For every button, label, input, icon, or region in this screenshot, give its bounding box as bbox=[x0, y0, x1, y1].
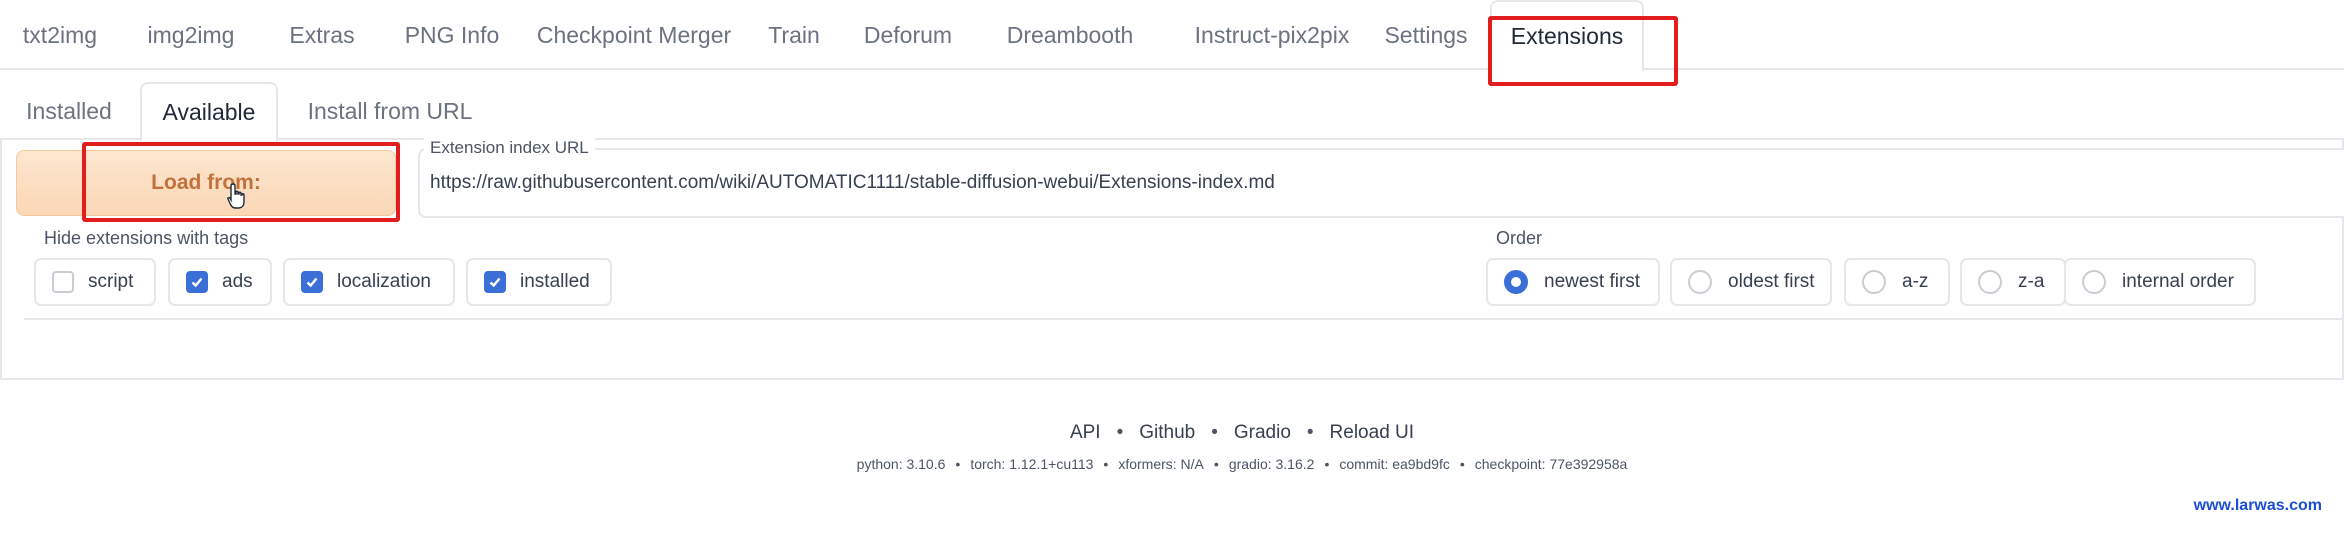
tag-option-label: localization bbox=[337, 271, 431, 292]
radio-newest-first[interactable] bbox=[1504, 270, 1528, 294]
order-label: Order bbox=[1490, 228, 1549, 249]
tab-available[interactable]: Available bbox=[140, 82, 278, 142]
version-torch: torch: 1.12.1+cu113 bbox=[970, 456, 1094, 472]
radio-a-z[interactable] bbox=[1862, 270, 1886, 294]
tag-option-script[interactable]: script bbox=[34, 258, 156, 306]
order-option-oldest-first[interactable]: oldest first bbox=[1670, 258, 1832, 306]
checkmark-icon bbox=[306, 277, 318, 288]
watermark: www.larwas.com bbox=[2193, 497, 2322, 514]
tab-instruct-pix2pix[interactable]: Instruct-pix2pix bbox=[1160, 0, 1384, 70]
checkbox-installed[interactable] bbox=[484, 271, 506, 293]
hide-tags-label: Hide extensions with tags bbox=[38, 228, 255, 249]
version-info: python: 3.10.6 • torch: 1.12.1+cu113 • x… bbox=[0, 456, 2344, 472]
order-option-a-z[interactable]: a-z bbox=[1844, 258, 1950, 306]
tab-txt2img[interactable]: txt2img bbox=[0, 0, 120, 70]
tab-train[interactable]: Train bbox=[744, 0, 844, 70]
hand-cursor-icon bbox=[227, 183, 245, 209]
tag-option-label: ads bbox=[222, 271, 253, 292]
tab-install-from-url[interactable]: Install from URL bbox=[280, 82, 500, 140]
footer-separator: • bbox=[1306, 422, 1314, 443]
tab-img2img[interactable]: img2img bbox=[120, 0, 262, 70]
order-option-z-a[interactable]: z-a bbox=[1960, 258, 2066, 306]
tab-settings[interactable]: Settings bbox=[1364, 0, 1488, 70]
radio-internal-order[interactable] bbox=[2082, 270, 2106, 294]
version-separator: • bbox=[1324, 456, 1330, 472]
extension-index-url-value[interactable]: https://raw.githubusercontent.com/wiki/A… bbox=[430, 172, 1275, 194]
version-checkpoint: checkpoint: 77e392958a bbox=[1474, 456, 1628, 472]
tab-dreambooth[interactable]: Dreambooth bbox=[980, 0, 1160, 70]
tab-checkpoint-merger[interactable]: Checkpoint Merger bbox=[512, 0, 756, 70]
checkbox-script[interactable] bbox=[52, 271, 74, 293]
order-option-label: z-a bbox=[2018, 271, 2045, 292]
extensions-sub-tab-bar: Installed Available Install from URL bbox=[0, 82, 2344, 142]
version-commit[interactable]: commit: ea9bd9fc bbox=[1339, 456, 1450, 472]
footer-separator: • bbox=[1116, 422, 1124, 443]
version-python: python: 3.10.6 bbox=[856, 456, 946, 472]
tab-installed[interactable]: Installed bbox=[0, 82, 138, 140]
order-option-label: newest first bbox=[1544, 271, 1641, 292]
tag-option-label: installed bbox=[520, 271, 590, 292]
checkbox-ads[interactable] bbox=[186, 271, 208, 293]
checkbox-localization[interactable] bbox=[301, 271, 323, 293]
radio-z-a[interactable] bbox=[1978, 270, 2002, 294]
version-separator: • bbox=[1103, 456, 1109, 472]
order-option-newest-first[interactable]: newest first bbox=[1486, 258, 1660, 306]
load-from-button[interactable]: Load from: bbox=[16, 150, 396, 216]
order-option-label: internal order bbox=[2122, 271, 2234, 292]
footer-link-gradio[interactable]: Gradio bbox=[1234, 422, 1291, 444]
version-separator: • bbox=[1459, 456, 1465, 472]
footer-links: API • Github • Gradio • Reload UI bbox=[0, 422, 2344, 444]
tab-extras[interactable]: Extras bbox=[262, 0, 382, 70]
tag-option-label: script bbox=[88, 271, 134, 292]
footer-separator: • bbox=[1211, 422, 1218, 443]
version-separator: • bbox=[1213, 456, 1219, 472]
order-option-label: oldest first bbox=[1728, 271, 1815, 292]
footer-link-reload-ui[interactable]: Reload UI bbox=[1330, 422, 1415, 444]
checkmark-icon bbox=[489, 277, 501, 288]
order-option-internal-order[interactable]: internal order bbox=[2064, 258, 2256, 306]
main-tab-bar: txt2img img2img Extras PNG Info Checkpoi… bbox=[0, 0, 2344, 72]
tag-option-ads[interactable]: ads bbox=[168, 258, 272, 306]
tab-png-info[interactable]: PNG Info bbox=[374, 0, 530, 70]
tag-option-localization[interactable]: localization bbox=[283, 258, 455, 306]
version-xformers: xformers: N/A bbox=[1118, 456, 1204, 472]
footer-link-github[interactable]: Github bbox=[1139, 422, 1195, 444]
order-option-label: a-z bbox=[1902, 271, 1929, 292]
extension-index-url-label: Extension index URL bbox=[424, 138, 595, 158]
tab-deforum[interactable]: Deforum bbox=[846, 0, 970, 70]
extensions-page: txt2img img2img Extras PNG Info Checkpoi… bbox=[0, 0, 2344, 539]
radio-oldest-first[interactable] bbox=[1688, 270, 1712, 294]
tab-extensions[interactable]: Extensions bbox=[1490, 0, 1644, 72]
checkmark-icon bbox=[191, 277, 203, 288]
version-gradio: gradio: 3.16.2 bbox=[1228, 456, 1315, 472]
tag-option-installed[interactable]: installed bbox=[466, 258, 612, 306]
footer-link-api[interactable]: API bbox=[1070, 422, 1101, 444]
version-separator: • bbox=[955, 456, 961, 472]
